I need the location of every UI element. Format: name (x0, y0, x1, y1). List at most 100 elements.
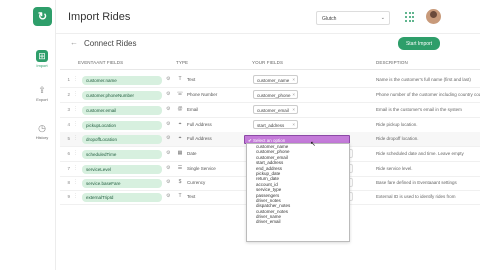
type-icon: ☏ (176, 91, 184, 97)
eventaaant-field-chip: service.baseFare (82, 179, 162, 188)
field-description: Ride service level. (376, 166, 413, 171)
type-icon: ⌖ (178, 121, 182, 127)
account-dropdown[interactable]: Glutch ⌄ (316, 11, 390, 25)
drag-handle-icon[interactable]: ⋮ (73, 193, 78, 199)
drag-handle-icon[interactable]: ⋮ (73, 91, 78, 97)
clear-icon[interactable]: × (292, 92, 295, 97)
gear-icon[interactable]: ⚙ (166, 165, 170, 171)
your-field-select[interactable]: customer_phone × (253, 90, 298, 99)
field-type: Single Service (187, 166, 216, 171)
drag-handle-icon[interactable]: ⋮ (73, 150, 78, 156)
row-number: 8 (67, 180, 70, 185)
drag-handle-icon[interactable]: ⋮ (73, 76, 78, 82)
field-description: Phone number of the customer including c… (376, 92, 480, 97)
type-icon: $ (178, 179, 182, 185)
field-description: Name is the customer's full name (first … (376, 77, 471, 82)
your-field-value: customer_email (257, 107, 289, 113)
eventaaant-field-chip: customer.email (82, 106, 162, 115)
page-header: Import Rides Glutch ⌄ (56, 0, 480, 33)
clear-icon[interactable]: × (292, 122, 295, 127)
section-title: Connect Rides (84, 39, 137, 48)
row-number: 2 (67, 92, 70, 97)
type-icon: T (178, 76, 182, 82)
field-type: Date (187, 151, 197, 156)
your-field-value: customer_phone (257, 92, 291, 98)
sidebar-item-label: History (35, 135, 49, 140)
drag-handle-icon[interactable]: ⋮ (73, 121, 78, 127)
drag-handle-icon[interactable]: ⋮ (73, 165, 78, 171)
gear-icon[interactable]: ⚙ (166, 91, 170, 97)
row-number: 4 (67, 122, 70, 127)
table-header-divider (60, 69, 480, 70)
mouse-cursor-icon: ↖ (310, 141, 316, 148)
eventaaant-field-chip: scheduledTime (82, 150, 162, 159)
sidebar-item-history[interactable]: ◷ History (28, 122, 56, 141)
table-row: 3 ⋮ customer.email ⚙ @ Email customer_email × Em… (60, 103, 480, 118)
your-field-select[interactable]: customer_name × (253, 75, 298, 84)
table-row: 2 ⋮ customer.phoneNumber ⚙ ☏ Phone Number cust… (60, 88, 480, 103)
gear-icon[interactable]: ⚙ (166, 106, 170, 112)
type-icon: ▦ (177, 150, 183, 156)
gear-icon[interactable]: ⚙ (166, 179, 170, 185)
eventaaant-field-chip: pickupLocation (82, 121, 162, 130)
table-row: 1 ⋮ customer.name ⚙ T Text customer_name × Name … (60, 73, 480, 88)
chevron-down-icon: ⌄ (380, 15, 385, 21)
field-type: Text (187, 77, 196, 82)
field-type: Currency (187, 180, 206, 185)
eventaaant-field-chip: dropoffLocation (82, 135, 162, 144)
your-field-value: customer_name (257, 77, 290, 83)
select-option[interactable]: driver_email (247, 219, 349, 224)
start-import-button[interactable]: Start Import (398, 37, 440, 50)
gear-icon[interactable]: ⚙ (166, 76, 170, 82)
drag-handle-icon[interactable]: ⋮ (73, 179, 78, 185)
eventaaant-field-chip: externalTripId (82, 193, 162, 202)
row-number: 5 (67, 136, 70, 141)
row-number: 3 (67, 107, 70, 112)
column-header-fields: EVENTAANT FIELDS (78, 60, 124, 65)
eventaaant-field-chip: serviceLevel (82, 165, 162, 174)
gear-icon[interactable]: ⚙ (166, 193, 170, 199)
row-number: 7 (67, 166, 70, 171)
gear-icon[interactable]: ⚙ (166, 121, 170, 127)
your-field-value: start_address (257, 122, 285, 128)
import-icon: ⊞ (36, 50, 48, 62)
field-type: Full Address (187, 122, 212, 127)
field-description: Ride scheduled date and time. Leave empt… (376, 151, 464, 156)
export-icon: ⇪ (38, 84, 46, 95)
header-divider (56, 33, 480, 34)
sidebar-item-import[interactable]: ⊞ Import (28, 50, 56, 68)
sidebar-item-label: Export (36, 97, 48, 102)
column-header-your-fields: YOUR FIELDS (252, 60, 284, 65)
gear-icon[interactable]: ⚙ (166, 135, 170, 141)
select-options-list[interactable]: customer_name customer_phone customer_emai… (246, 143, 350, 242)
row-number: 6 (67, 151, 70, 156)
app-logo-icon[interactable]: ↻ (33, 7, 52, 26)
gear-icon[interactable]: ⚙ (166, 150, 170, 156)
avatar[interactable] (426, 9, 441, 24)
field-description: External ID is used to identify rides fr… (376, 194, 456, 199)
apps-grid-icon[interactable] (405, 12, 415, 22)
clear-icon[interactable]: × (292, 77, 295, 82)
page-title: Import Rides (68, 11, 131, 23)
eventaaant-field-chip: customer.name (82, 76, 162, 85)
field-type: Full Address (187, 136, 212, 141)
sidebar-item-export[interactable]: ⇪ Export (28, 84, 56, 103)
drag-handle-icon[interactable]: ⋮ (73, 106, 78, 112)
type-icon: T (178, 193, 182, 199)
column-header-description: DESCRIPTION (376, 60, 408, 65)
field-type: Phone Number (187, 92, 218, 97)
column-header-type: TYPE (176, 60, 189, 65)
account-dropdown-value: Glutch (322, 16, 337, 22)
eventaaant-field-chip: customer.phoneNumber (82, 91, 162, 100)
history-icon: ◷ (38, 122, 46, 133)
app-window: ↻ ⊞ Import ⇪ Export ◷ History Import Rid… (0, 0, 480, 270)
your-field-select[interactable]: customer_email × (253, 105, 298, 114)
drag-handle-icon[interactable]: ⋮ (73, 135, 78, 141)
type-icon: ☰ (177, 165, 183, 171)
back-arrow-icon[interactable]: ← (70, 38, 78, 47)
type-icon: ⌖ (178, 135, 182, 141)
your-field-select[interactable]: start_address × (253, 120, 298, 129)
select-current-value: ✔ Select an option (248, 137, 286, 143)
field-description: Ride pickup location. (376, 122, 418, 127)
clear-icon[interactable]: × (292, 107, 295, 112)
